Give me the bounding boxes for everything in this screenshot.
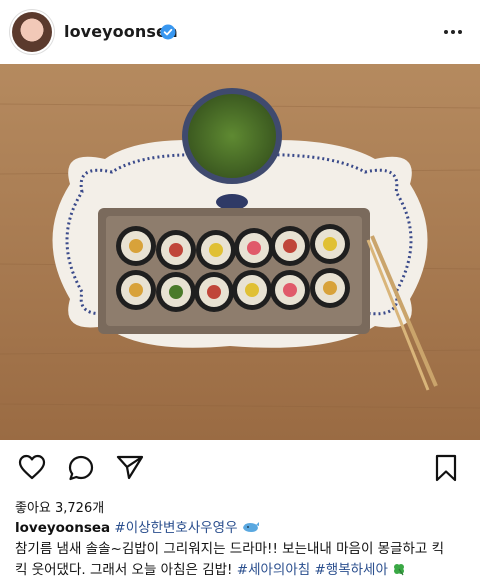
caption-line-1: 참기름 냄새 솔솔~김밥이 그리워지는 드라마!! 보는내내 마음이 몽글하고 … [15,541,445,557]
caption-line-2: 킥 웃어댔다. 그래서 오늘 아침은 김밥! [15,562,233,578]
more-options-icon[interactable] [444,30,462,34]
send-icon[interactable] [116,454,144,480]
hashtag-happy-sea[interactable]: #행복하세아 [314,562,387,578]
whale-emoji-icon [242,522,259,532]
comment-icon[interactable] [67,454,95,482]
caption-username[interactable]: loveyoonsea [15,520,110,536]
heart-icon[interactable] [18,454,46,480]
post-actions [0,440,480,492]
four-leaf-clover-icon [394,564,405,576]
post-header: loveyoonsea [0,0,480,64]
kimbap-photo [0,64,480,440]
avatar[interactable] [12,12,52,52]
post-image[interactable] [0,64,480,440]
post-caption: loveyoonsea #이상한변호사우영우 참기름 냄새 솔솔~김밥이 그리워… [15,518,475,581]
likes-count[interactable]: 좋아요 3,726개 [15,497,104,516]
hashtag-sea-morning[interactable]: #세아의아침 [237,562,310,578]
hashtag-woo-young-woo[interactable]: #이상한변호사우영우 [114,520,237,536]
verified-badge-icon [160,24,176,40]
bookmark-icon[interactable] [434,454,458,482]
